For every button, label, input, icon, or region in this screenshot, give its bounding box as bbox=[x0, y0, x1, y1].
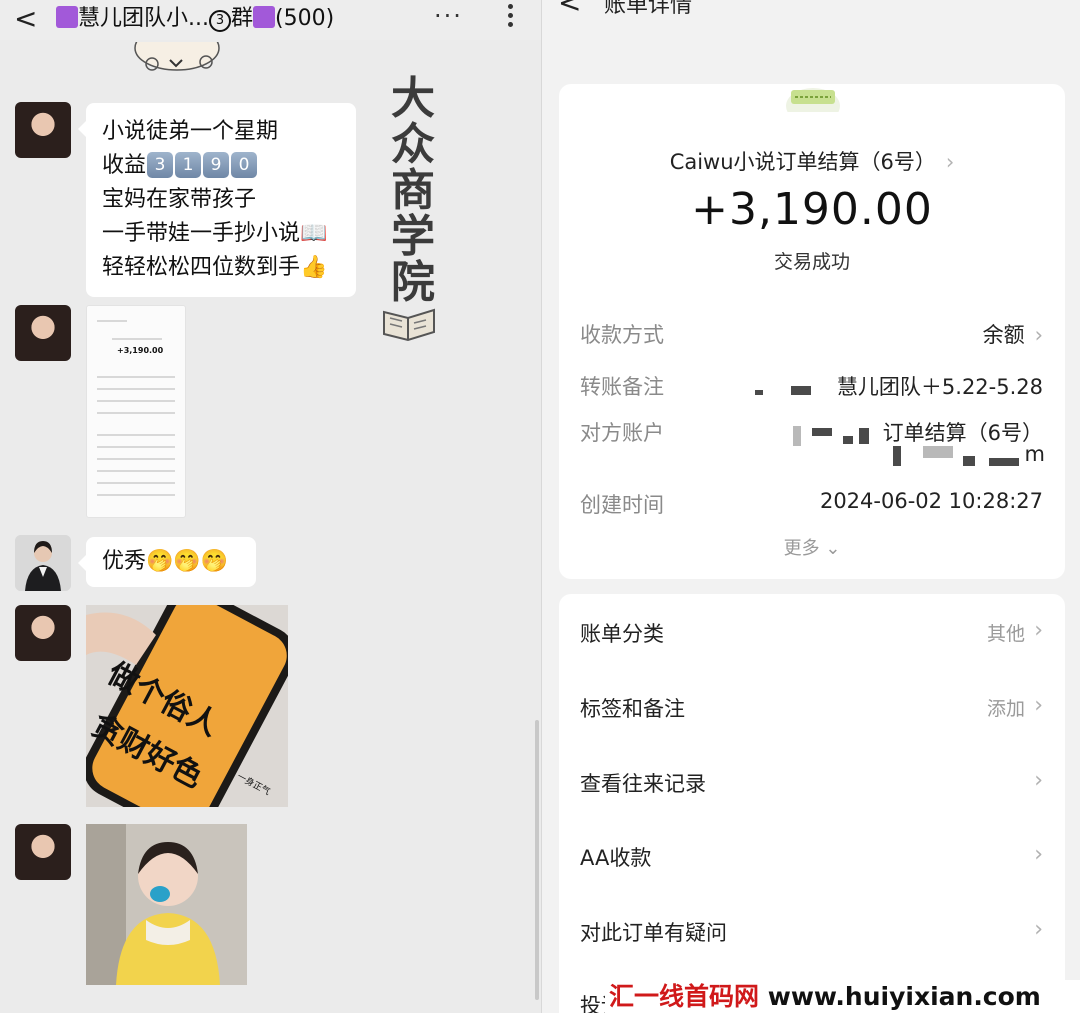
list-item-history[interactable]: 查看往来记录 › bbox=[559, 744, 1065, 818]
list-item-tags-notes[interactable]: 标签和备注 添加 › bbox=[559, 669, 1065, 743]
bill-actions-card: 账单分类 其他 › 标签和备注 添加 › 查看往来记录 › AA收款 › 对此订… bbox=[559, 594, 1065, 1013]
chat-title-prefix: 慧儿团队小... bbox=[78, 6, 209, 31]
chevron-right-icon: › bbox=[945, 150, 955, 174]
bill-panel: < 账单详情 Caiwu小说订单结算（6号） › +3,190.00 交易成功 收… bbox=[541, 0, 1080, 1013]
redaction-mark bbox=[989, 458, 1019, 466]
site-watermark: 汇一线首码网 www.huiyixian.com bbox=[605, 980, 1080, 1013]
book-icon bbox=[383, 308, 435, 342]
avatar[interactable] bbox=[15, 605, 71, 661]
mini-amount: +3,190.00 bbox=[117, 346, 164, 355]
chevron-right-icon: › bbox=[1034, 842, 1043, 867]
back-icon[interactable]: < bbox=[14, 4, 37, 34]
calligraphy-watermark: 大众商学院 bbox=[391, 73, 435, 308]
redaction-mark bbox=[812, 428, 832, 436]
transaction-amount: +3,190.00 bbox=[691, 184, 933, 235]
redaction-mark bbox=[859, 428, 869, 444]
chevron-right-icon: › bbox=[1034, 618, 1043, 643]
chat-member-count: (500) bbox=[275, 6, 335, 31]
list-item-category[interactable]: 账单分类 其他 › bbox=[559, 594, 1065, 668]
person-avatar-icon bbox=[15, 535, 71, 591]
message-line: 一手带娃一手抄小说📖 bbox=[102, 221, 328, 246]
redaction-mark bbox=[923, 446, 953, 458]
message-bubble[interactable]: 优秀🤭🤭🤭 bbox=[78, 537, 256, 587]
chevron-right-icon: › bbox=[1034, 693, 1043, 718]
list-item-aa-collect[interactable]: AA收款 › bbox=[559, 818, 1065, 892]
message-text: 优秀🤭🤭🤭 bbox=[102, 549, 229, 574]
back-icon[interactable]: < bbox=[558, 0, 581, 18]
keycap-digit: 3 bbox=[147, 152, 174, 178]
scrollbar[interactable] bbox=[535, 720, 539, 1000]
merchant-name[interactable]: Caiwu小说订单结算（6号） › bbox=[559, 146, 1065, 176]
keycap-digit: 9 bbox=[203, 152, 230, 178]
counterparty-value: 订单结算（6号） bbox=[882, 421, 1043, 445]
redaction-mark bbox=[755, 390, 763, 395]
baby-photo-illustration bbox=[86, 824, 247, 985]
chevron-right-icon: › bbox=[1034, 917, 1043, 942]
message-bubble[interactable]: 小说徒弟一个星期 收益 3 1 9 0 宝妈在家带孩子 一手带娃一手抄小说📖 轻轻松松四… bbox=[78, 103, 356, 297]
more-horizontal-icon[interactable]: ··· bbox=[434, 2, 463, 30]
payment-method-label: 收款方式 bbox=[580, 323, 664, 347]
list-item-question[interactable]: 对此订单有疑问 › bbox=[559, 893, 1065, 967]
redaction-mark bbox=[793, 426, 801, 446]
purple-square-icon bbox=[253, 6, 275, 28]
created-time-label: 创建时间 bbox=[580, 493, 664, 517]
redaction-mark bbox=[963, 456, 975, 466]
message-line: 轻轻松松四位数到手👍 bbox=[102, 255, 328, 280]
chat-title-suffix: 群 bbox=[230, 6, 253, 31]
chat-panel: < 慧儿团队小... 3 群 (500) ··· 小说徒弟一个星期 收益 3 1 9 0 宝妈… bbox=[0, 0, 541, 1013]
counterparty-tail: m bbox=[1024, 442, 1045, 466]
avatar[interactable] bbox=[15, 824, 71, 880]
avatar[interactable] bbox=[15, 305, 71, 361]
avatar[interactable] bbox=[15, 535, 71, 591]
transfer-memo-label: 转账备注 bbox=[580, 375, 664, 399]
chevron-down-icon: ⌄ bbox=[825, 538, 841, 559]
transaction-status: 交易成功 bbox=[773, 251, 850, 273]
keycap-digit: 0 bbox=[231, 152, 258, 178]
bill-header: < 账单详情 bbox=[542, 0, 1080, 20]
chevron-right-icon: › bbox=[1034, 323, 1043, 347]
redaction-mark bbox=[893, 446, 901, 466]
sticker-partial bbox=[134, 42, 220, 71]
circled-number: 3 bbox=[208, 10, 231, 32]
more-vertical-icon[interactable] bbox=[503, 4, 517, 30]
redaction-mark bbox=[843, 436, 853, 444]
more-toggle[interactable]: 更多 ⌄ bbox=[559, 534, 1065, 560]
message-line-digits: 收益 3 1 9 0 bbox=[102, 149, 340, 183]
image-message-phone[interactable]: 做个俗人 贪财好色 一身正气 bbox=[86, 605, 288, 807]
bill-summary-card: Caiwu小说订单结算（6号） › +3,190.00 交易成功 收款方式 余额 ›… bbox=[559, 84, 1065, 579]
chevron-right-icon: › bbox=[1034, 768, 1043, 793]
purple-square-icon bbox=[56, 6, 78, 28]
avatar[interactable] bbox=[15, 102, 71, 158]
message-line: 宝妈在家带孩子 bbox=[102, 187, 257, 212]
screenshot-root: < 慧儿团队小... 3 群 (500) ··· 小说徒弟一个星期 收益 3 1 9 0 宝妈… bbox=[0, 0, 1080, 1013]
counterparty-label: 对方账户 bbox=[580, 421, 664, 445]
payment-method-value[interactable]: 余额 › bbox=[983, 319, 1043, 349]
keycap-digit: 1 bbox=[175, 152, 202, 178]
message-line: 小说徒弟一个星期 bbox=[102, 119, 279, 144]
transfer-memo-value: 慧儿团队＋5.22-5.28 bbox=[836, 375, 1043, 399]
merchant-logo-icon[interactable] bbox=[785, 84, 841, 112]
page-title: 账单详情 bbox=[604, 0, 693, 18]
created-time-value: 2024-06-02 10:28:27 bbox=[819, 489, 1043, 513]
screenshot-image-message[interactable]: +3,190.00 bbox=[86, 305, 186, 518]
chat-title: 慧儿团队小... 3 群 (500) bbox=[56, 6, 334, 32]
redaction-mark bbox=[791, 386, 811, 395]
image-message-baby[interactable] bbox=[86, 824, 247, 985]
chat-header: < 慧儿团队小... 3 群 (500) ··· bbox=[0, 0, 541, 40]
